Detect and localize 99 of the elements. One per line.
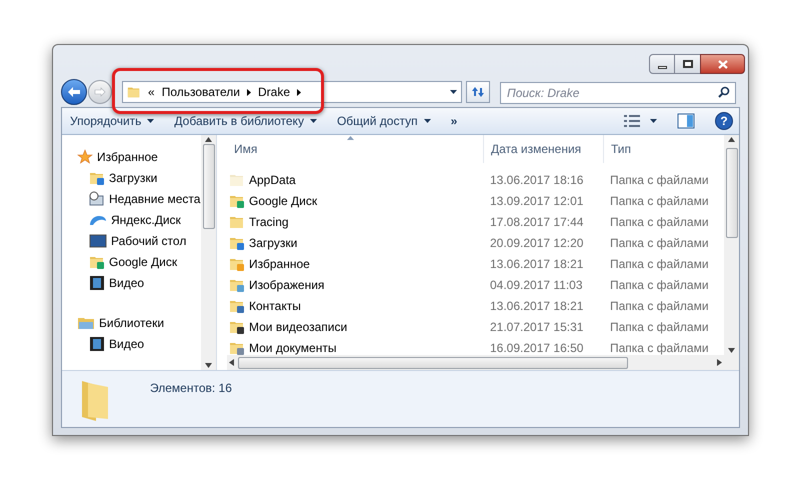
help-button[interactable]: ? <box>715 112 733 130</box>
file-row[interactable]: Мои документы 16.09.2017 16:50 Папка с файлами <box>227 337 724 355</box>
minimize-icon <box>658 66 666 68</box>
preview-pane-icon <box>677 113 695 129</box>
breadcrumb-item[interactable]: Пользователи <box>162 83 240 101</box>
scroll-arrow-icon <box>205 363 212 368</box>
nav-item[interactable]: Видео <box>77 272 201 293</box>
scroll-arrow-icon <box>229 359 234 366</box>
type-cell-text: Папка с файлами <box>609 340 709 355</box>
nav-group-item[interactable]: Избранное <box>77 146 201 167</box>
breadcrumb-item[interactable]: Drake <box>258 83 290 101</box>
caret-icon <box>424 119 431 123</box>
file-row[interactable]: Tracing 17.08.2017 17:44 Папка с файлами <box>227 211 724 232</box>
date-cell-text: 16.09.2017 16:50 <box>489 340 584 355</box>
refresh-icon <box>471 86 485 98</box>
file-row[interactable]: AppData 13.06.2017 18:16 Папка с файлами <box>227 169 724 190</box>
caret-icon <box>650 119 657 123</box>
minimize-button[interactable] <box>649 54 675 74</box>
file-name: Мои видеозаписи <box>249 318 348 336</box>
refresh-button[interactable] <box>466 81 490 103</box>
type-cell-text: Папка с файлами <box>609 214 709 230</box>
nav-item[interactable]: Недавние места <box>77 188 201 209</box>
type-cell-text: Папка с файлами <box>609 256 709 272</box>
caret-icon <box>147 119 154 123</box>
date-cell-text: 17.08.2017 17:44 <box>489 214 584 230</box>
arrow-left-icon <box>67 86 81 98</box>
file-name: Tracing <box>249 214 289 230</box>
scroll-thumb[interactable] <box>202 144 214 229</box>
date-cell-text: 21.07.2017 15:31 <box>489 318 584 336</box>
type-cell-text: Папка с файлами <box>609 298 709 314</box>
file-name: Мои документы <box>249 340 336 355</box>
film-icon <box>89 274 105 290</box>
desktop-icon <box>89 234 107 248</box>
nav-item[interactable]: Google Диск <box>77 251 201 272</box>
file-row[interactable]: Загрузки 20.09.2017 12:20 Папка с файлами <box>227 232 724 253</box>
date-cell-text: 13.06.2017 18:21 <box>489 256 584 272</box>
recent-places-icon <box>89 190 105 206</box>
date-cell-text: 13.06.2017 18:21 <box>489 298 584 314</box>
type-cell-text: Папка с файлами <box>609 276 709 294</box>
file-row[interactable]: Избранное 13.06.2017 18:21 Папка с файлами <box>227 253 724 274</box>
column-header[interactable]: Тип <box>604 135 724 163</box>
file-name: AppData <box>249 172 296 188</box>
search-field[interactable]: Поиск: Drake <box>500 82 736 104</box>
file-row[interactable]: Google Диск 13.09.2017 12:01 Папка с файлами <box>227 190 724 211</box>
scroll-thumb[interactable] <box>726 148 738 238</box>
date-cell-text: 20.09.2017 12:20 <box>489 234 584 252</box>
scroll-arrow-icon <box>728 137 735 142</box>
column-header[interactable]: Имя <box>227 135 484 163</box>
breadcrumb-overflow[interactable]: « <box>148 83 155 101</box>
date-cell-text: 04.09.2017 11:03 <box>489 276 584 294</box>
caret-icon <box>450 90 457 94</box>
folder-icon <box>127 85 141 99</box>
nav-item[interactable]: Загрузки <box>77 167 201 188</box>
date-cell-text: 13.06.2017 18:16 <box>489 172 584 188</box>
date-cell-text: 13.09.2017 12:01 <box>489 192 584 210</box>
sort-arrow-icon <box>347 136 354 140</box>
breadcrumb-arrow-icon <box>247 88 252 96</box>
toolbar-menu-button[interactable]: Общий доступ <box>336 112 431 130</box>
type-cell-text: Папка с файлами <box>609 234 709 252</box>
horizontal-scrollbar[interactable] <box>227 355 724 370</box>
column-header[interactable]: Дата изменения <box>484 135 604 163</box>
file-name: Изображения <box>249 276 324 294</box>
back-button[interactable] <box>61 79 87 105</box>
toolbar-menu-button[interactable]: Добавить в библиотеку <box>174 112 317 130</box>
file-name: Контакты <box>249 298 301 314</box>
item-count: Элементов: 16 <box>150 380 232 397</box>
nav-group-item[interactable]: Библиотеки <box>77 312 201 333</box>
close-button[interactable] <box>700 54 745 74</box>
file-row[interactable]: Изображения 04.09.2017 11:03 Папка с файлами <box>227 274 724 295</box>
type-cell-text: Папка с файлами <box>609 318 709 336</box>
vertical-scrollbar[interactable] <box>201 135 216 370</box>
vertical-scrollbar[interactable] <box>724 135 739 355</box>
breadcrumb-arrow-icon <box>297 88 302 96</box>
address-bar[interactable]: « Пользователи Drake <box>122 81 462 103</box>
toolbar-menu-button[interactable]: Упорядочить <box>70 112 154 130</box>
nav-item[interactable]: Яндекс.Диск <box>77 209 201 230</box>
toolbar-more-button[interactable]: » <box>450 112 458 130</box>
file-name: Избранное <box>249 256 310 272</box>
search-icon <box>718 86 730 98</box>
nav-item[interactable]: Рабочий стол <box>77 230 201 251</box>
file-row[interactable]: Контакты 13.06.2017 18:21 Папка с файлами <box>227 295 724 316</box>
maximize-button[interactable] <box>675 54 700 74</box>
view-options-button[interactable] <box>624 115 657 127</box>
arrow-right-icon <box>94 87 106 97</box>
star-icon <box>77 148 93 164</box>
maximize-icon <box>682 60 692 68</box>
file-name: Google Диск <box>249 192 318 210</box>
list-view-icon <box>624 115 640 127</box>
file-name: Загрузки <box>249 234 298 252</box>
type-cell-text: Папка с файлами <box>609 172 709 188</box>
nav-item[interactable]: Видео <box>77 333 201 354</box>
scroll-thumb[interactable] <box>238 356 628 368</box>
film-icon <box>89 336 105 352</box>
scroll-arrow-icon <box>205 137 212 142</box>
type-cell-text: Папка с файлами <box>609 192 709 210</box>
close-icon <box>718 60 728 68</box>
preview-pane-button[interactable] <box>677 113 695 129</box>
caret-icon <box>310 119 317 123</box>
file-row[interactable]: Мои видеозаписи 21.07.2017 15:31 Папка с файлами <box>227 316 724 337</box>
